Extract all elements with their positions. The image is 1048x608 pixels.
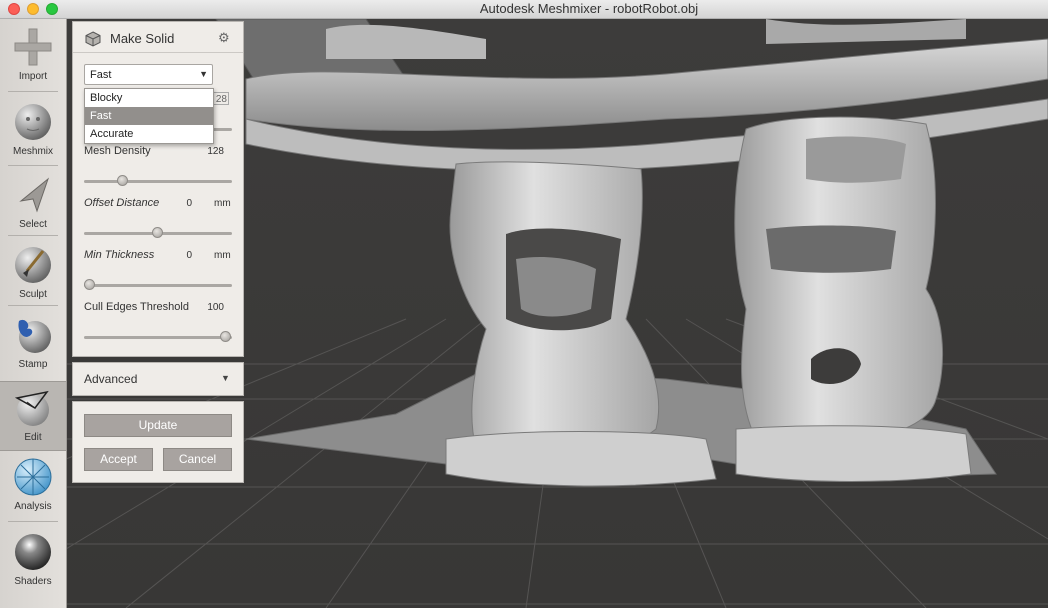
tool-label: Meshmix: [12, 146, 53, 157]
advanced-label: Advanced: [84, 372, 138, 386]
toolbar-divider: [8, 235, 58, 236]
edit-tool[interactable]: Edit: [0, 381, 66, 451]
cull-edges-slider[interactable]: [84, 331, 232, 342]
toolbar-divider: [8, 521, 58, 522]
tool-label: Stamp: [18, 359, 48, 370]
plus-icon: [14, 28, 52, 66]
cursor-arrow-icon: [19, 177, 50, 213]
face-sphere-icon: [15, 104, 51, 140]
accept-button[interactable]: Accept: [84, 448, 153, 471]
edit-mesh-icon: [14, 390, 49, 426]
title-bar: Autodesk Meshmixer - robotRobot.obj: [0, 0, 1048, 19]
stamp-tool[interactable]: Stamp: [0, 309, 66, 379]
tool-label: Shaders: [14, 576, 52, 587]
slider-knob[interactable]: [84, 279, 95, 290]
brush-icon: [15, 247, 51, 283]
left-toolbar: Import Meshmix Select Sculpt Stamp Edit …: [0, 19, 67, 608]
panel-title: Make Solid: [110, 31, 175, 46]
cull-edges-label: Cull Edges Threshold: [84, 301, 189, 313]
tool-label: Import: [18, 71, 48, 82]
solid-type-select[interactable]: Fast ▼: [84, 64, 213, 85]
solid-type-dropdown: Blocky Fast Accurate: [84, 88, 214, 144]
dropdown-option-fast[interactable]: Fast: [85, 107, 213, 125]
tool-label: Sculpt: [19, 289, 47, 300]
toolbar-divider: [8, 305, 58, 306]
min-thickness-value: 0: [186, 250, 192, 261]
make-solid-panel: Make Solid ⚙ Fast ▼ 28 Mesh Density 128 …: [72, 21, 244, 357]
actions-panel: Update Accept Cancel: [72, 401, 244, 483]
min-thickness-slider[interactable]: [84, 279, 232, 290]
gear-icon[interactable]: ⚙: [218, 30, 230, 46]
shaders-tool[interactable]: Shaders: [0, 526, 66, 596]
analysis-sphere-icon: [14, 458, 52, 496]
analysis-tool[interactable]: Analysis: [0, 451, 66, 521]
select-tool[interactable]: Select: [0, 169, 66, 239]
toolbar-divider: [8, 91, 58, 92]
offset-distance-slider[interactable]: [84, 227, 232, 238]
import-tool[interactable]: Import: [0, 21, 66, 91]
slider-knob[interactable]: [117, 175, 128, 186]
mesh-density-slider[interactable]: [84, 175, 232, 186]
tool-label: Select: [19, 219, 47, 230]
dropdown-option-accurate[interactable]: Accurate: [85, 125, 213, 143]
partial-value-field[interactable]: 28: [213, 92, 229, 105]
slider-knob[interactable]: [152, 227, 163, 238]
offset-distance-value: 0: [186, 198, 192, 209]
sculpt-tool[interactable]: Sculpt: [0, 239, 66, 309]
advanced-section[interactable]: Advanced ▼: [72, 362, 244, 396]
offset-distance-label: Offset Distance: [84, 197, 160, 209]
offset-distance-unit: mm: [214, 198, 231, 209]
panel-divider: [73, 52, 243, 53]
tool-label: Analysis: [14, 501, 52, 512]
update-button[interactable]: Update: [84, 414, 232, 437]
mesh-density-value: 128: [207, 146, 224, 157]
cull-edges-value: 100: [207, 302, 224, 313]
chevron-down-icon: ▼: [221, 373, 230, 383]
dropdown-option-blocky[interactable]: Blocky: [85, 89, 213, 107]
window-title: Autodesk Meshmixer - robotRobot.obj: [479, 1, 699, 16]
select-value: Fast: [90, 69, 112, 81]
tool-label: Edit: [24, 432, 42, 443]
min-thickness-label: Min Thickness: [84, 249, 155, 261]
chevron-down-icon: ▼: [199, 69, 208, 79]
min-thickness-unit: mm: [214, 250, 231, 261]
mesh-density-label: Mesh Density: [84, 145, 151, 157]
shader-sphere-icon: [15, 534, 51, 570]
stamp-icon: [18, 319, 51, 353]
slider-knob[interactable]: [220, 331, 231, 342]
meshmix-tool[interactable]: Meshmix: [0, 96, 66, 166]
cube-icon: [85, 31, 101, 47]
toolbar-divider: [8, 165, 58, 166]
cancel-button[interactable]: Cancel: [163, 448, 232, 471]
